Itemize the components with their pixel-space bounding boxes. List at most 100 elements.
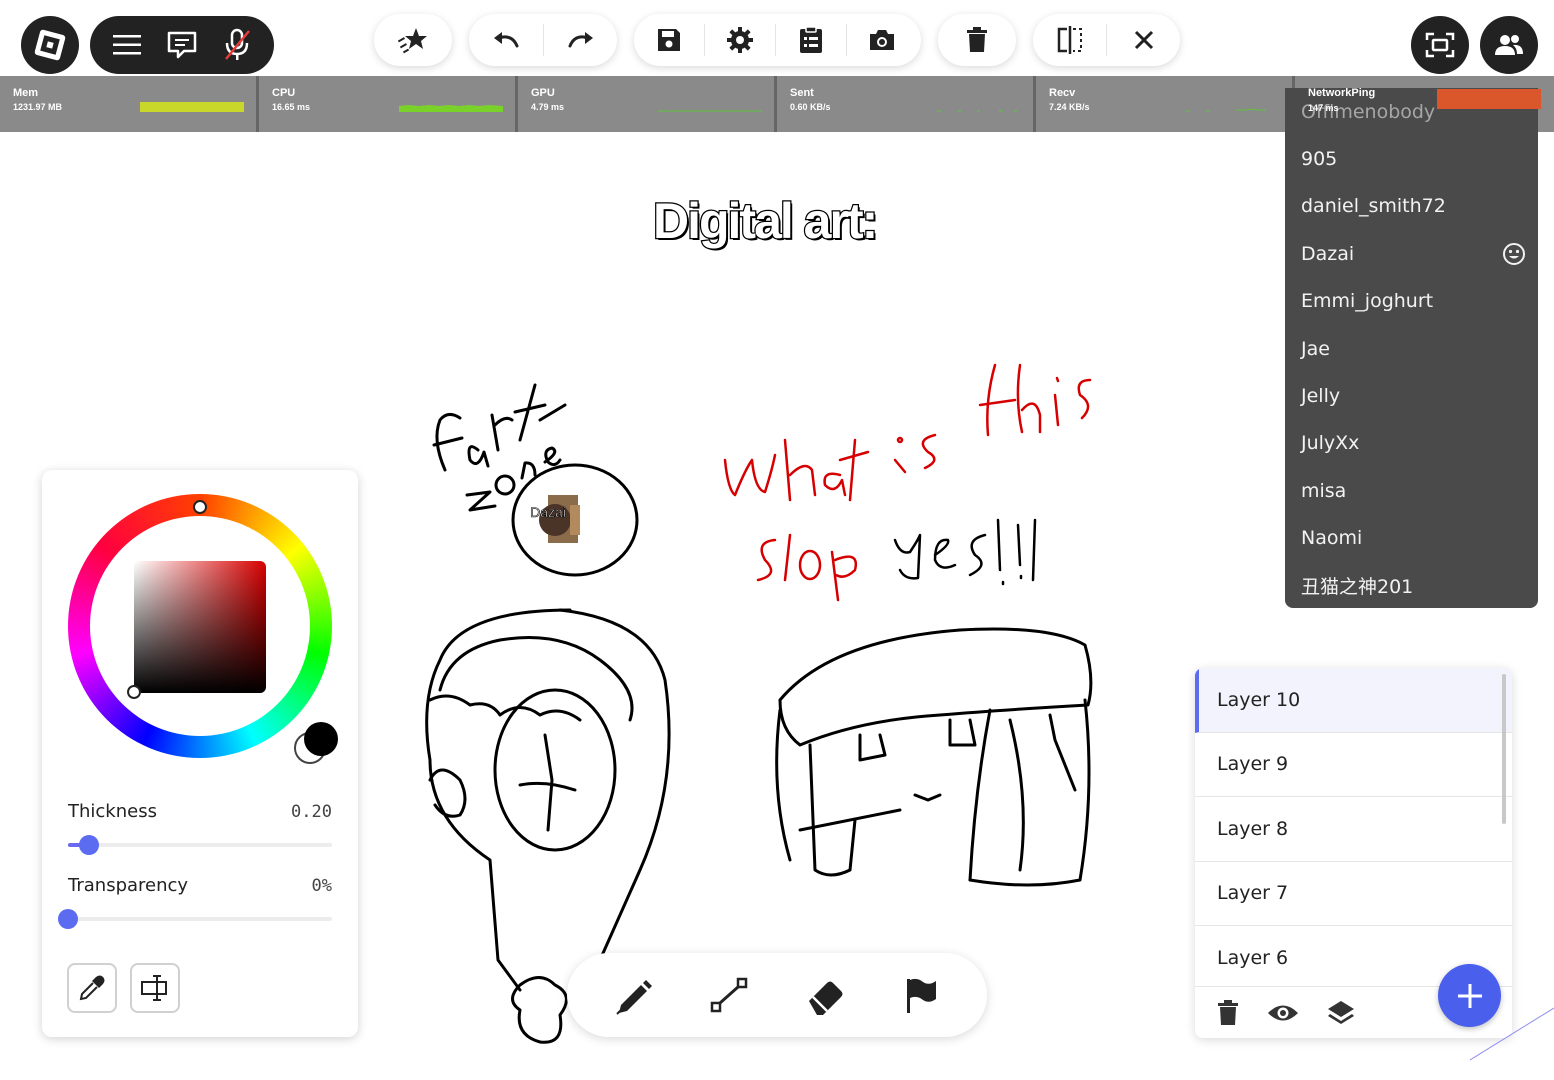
player-list-item[interactable]: Dazai xyxy=(1285,230,1538,277)
clipboard-icon[interactable] xyxy=(776,14,846,66)
stat-graph xyxy=(937,110,1017,112)
stat-graph xyxy=(658,110,762,112)
layers-scrollbar[interactable] xyxy=(1502,674,1506,824)
player-name: JulyXx xyxy=(1301,432,1360,455)
pencil-button[interactable] xyxy=(603,965,663,1025)
flag-icon xyxy=(907,978,936,1013)
thickness-label: Thickness xyxy=(68,801,157,822)
undo-redo-group xyxy=(469,14,617,66)
favorite-group xyxy=(374,14,452,66)
flag-button[interactable] xyxy=(891,965,951,1025)
thickness-value: 0.20 xyxy=(291,802,332,822)
mirror-icon[interactable] xyxy=(1033,14,1106,66)
stat-name: Recv xyxy=(1049,87,1076,99)
layer-name: Layer 7 xyxy=(1217,882,1289,905)
player-list-item[interactable]: 905 xyxy=(1285,135,1538,182)
hamburger-icon[interactable] xyxy=(107,25,147,65)
network-ping-graph xyxy=(1437,89,1541,109)
transparency-slider-thumb[interactable] xyxy=(58,909,78,929)
camera-icon[interactable] xyxy=(847,14,917,66)
transparency-slider[interactable] xyxy=(68,917,332,921)
layer-item[interactable]: Layer 8 xyxy=(1195,797,1512,862)
layer-item[interactable]: Layer 7 xyxy=(1195,862,1512,926)
people-icon xyxy=(1495,35,1523,55)
stat-graph xyxy=(140,102,244,112)
line-tool-button[interactable] xyxy=(699,965,759,1025)
player-name: Dazai xyxy=(1301,242,1355,265)
game-screen: Mem 1231.97 MB CPU 16.65 ms GPU 4.79 ms … xyxy=(0,0,1554,1080)
player-name: Emmi_joghurt xyxy=(1301,290,1434,313)
hue-knob[interactable] xyxy=(193,500,207,514)
player-list-item[interactable]: Naomi xyxy=(1285,515,1538,562)
layers-icon[interactable] xyxy=(1327,999,1355,1027)
roblox-menu-button[interactable] xyxy=(21,16,79,74)
undo-icon[interactable] xyxy=(469,14,543,66)
player-list-item[interactable]: Jae xyxy=(1285,325,1538,372)
redo-icon[interactable] xyxy=(544,14,617,66)
sv-knob[interactable] xyxy=(127,685,141,699)
settings-icon[interactable] xyxy=(705,14,775,66)
visibility-icon[interactable] xyxy=(1267,1002,1299,1024)
favorite-icon[interactable] xyxy=(374,14,452,66)
stat-recv: Recv 7.24 KB/s xyxy=(1036,76,1295,132)
screen-capture-button[interactable] xyxy=(1411,16,1469,74)
player-list-item[interactable]: 丑猫之神201 xyxy=(1285,562,1538,609)
layer-name: Layer 9 xyxy=(1217,753,1289,776)
saturation-value-picker[interactable] xyxy=(134,561,266,693)
thickness-slider-thumb[interactable] xyxy=(79,835,100,855)
stat-graph xyxy=(1186,108,1266,112)
canvas-stroke xyxy=(1470,1007,1554,1061)
transparency-value: 0% xyxy=(311,876,332,896)
avatar-name-tag: Dazai xyxy=(530,504,566,520)
canvas-drawing[interactable]: Dazai xyxy=(400,350,1120,1050)
stat-name: CPU xyxy=(272,87,296,99)
layer-item[interactable]: Layer 9 xyxy=(1195,733,1512,797)
player-list-item[interactable]: misa xyxy=(1285,467,1538,514)
player-list-item[interactable]: Emmi_joghurt xyxy=(1285,278,1538,325)
stat-name: NetworkPing xyxy=(1308,87,1376,99)
close-icon[interactable] xyxy=(1107,14,1180,66)
delete-layer-icon[interactable] xyxy=(1217,999,1239,1026)
drawing-tools-bar xyxy=(567,953,987,1037)
player-list: Offimenobody 905 daniel_smith72 Dazai Em… xyxy=(1285,88,1538,608)
player-name: Jae xyxy=(1301,337,1330,360)
layer-name: Layer 8 xyxy=(1217,817,1289,840)
trash-icon[interactable] xyxy=(938,14,1016,66)
transparency-label: Transparency xyxy=(68,875,189,896)
file-actions-group xyxy=(634,14,921,66)
text-tool-button[interactable] xyxy=(130,963,180,1013)
text-tool-icon xyxy=(141,975,167,1001)
stat-name: Sent xyxy=(790,87,814,99)
layer-name: Layer 6 xyxy=(1217,946,1289,969)
save-icon[interactable] xyxy=(634,14,704,66)
player-name: Jelly xyxy=(1301,385,1341,408)
player-name: 905 xyxy=(1301,148,1338,171)
player-name: daniel_smith72 xyxy=(1301,195,1446,218)
stat-mem: Mem 1231.97 MB xyxy=(0,76,259,132)
eyedropper-icon xyxy=(79,975,105,1001)
player-list-item[interactable]: daniel_smith72 xyxy=(1285,183,1538,230)
line-tool-icon xyxy=(710,977,748,1013)
friends-button[interactable] xyxy=(1480,16,1538,74)
stat-name: GPU xyxy=(531,87,555,99)
current-color-swatch[interactable] xyxy=(304,722,338,756)
mic-muted-icon[interactable] xyxy=(217,25,257,65)
eraser-button[interactable] xyxy=(795,965,855,1025)
player-list-item[interactable]: Jelly xyxy=(1285,372,1538,419)
player-list-item[interactable]: JulyXx xyxy=(1285,420,1538,467)
stat-name: Mem xyxy=(13,87,39,99)
stat-value: 147 ms xyxy=(1308,103,1339,113)
player-name: Naomi xyxy=(1301,527,1363,550)
canvas-title: Digital art: xyxy=(652,192,880,251)
stat-sent: Sent 0.60 KB/s xyxy=(777,76,1036,132)
view-close-group xyxy=(1033,14,1180,66)
thickness-slider[interactable] xyxy=(68,843,332,847)
eyedropper-button[interactable] xyxy=(67,963,117,1013)
stat-cpu: CPU 16.65 ms xyxy=(259,76,518,132)
chat-icon[interactable] xyxy=(162,25,202,65)
delete-group xyxy=(938,14,1016,66)
roblox-topbar-pill xyxy=(90,16,274,74)
stat-gpu: GPU 4.79 ms xyxy=(518,76,777,132)
stat-graph xyxy=(399,105,503,112)
layer-item[interactable]: Layer 10 xyxy=(1195,668,1512,733)
